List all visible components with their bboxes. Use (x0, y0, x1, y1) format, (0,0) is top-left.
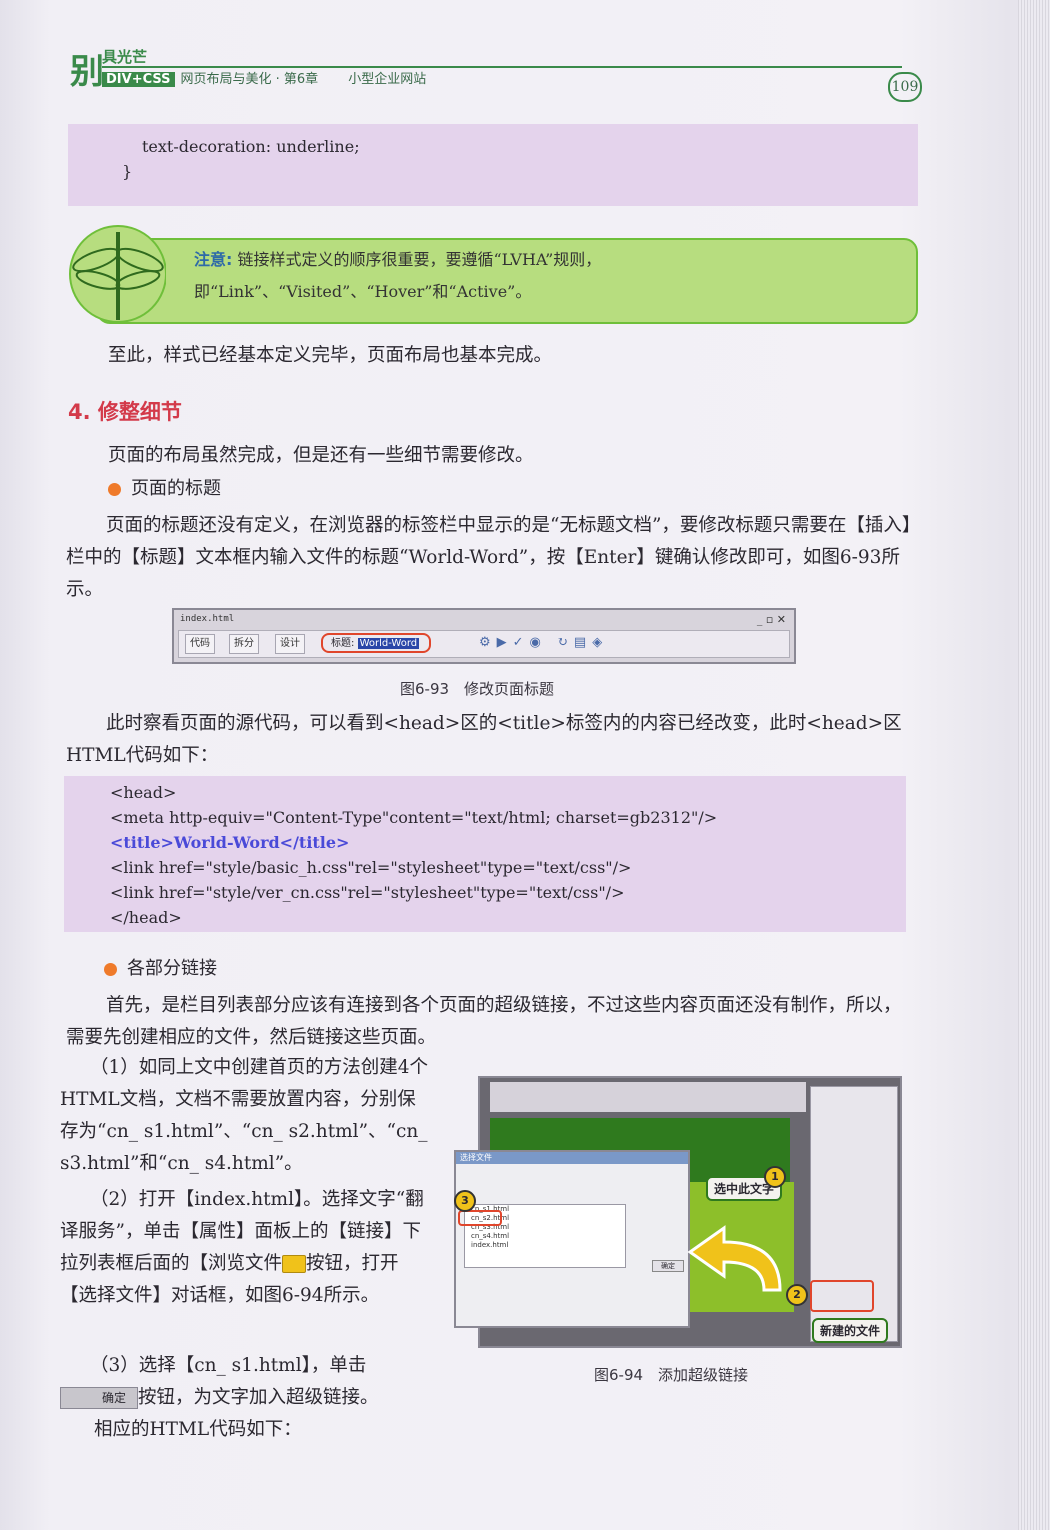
paragraph-done: 至此，样式已经基本定义完毕，页面布局也基本完成。 (108, 345, 553, 366)
page-number: 109 (888, 72, 922, 102)
note-label: 注意: (194, 250, 233, 269)
window-controls[interactable]: _ ▫ ✕ (757, 613, 786, 626)
code-line-highlight: <title>World-Word</title> (110, 833, 350, 852)
step-3-text-end: 按钮，为文字加入超级链接。 (138, 1387, 379, 1408)
code-line: <meta http-equiv="Content-Type"content="… (110, 808, 718, 827)
code-line: </head> (110, 908, 182, 927)
step-2: （2）打开【index.html】。选择文字“翻译服务”，单击【属性】面板上的【… (60, 1184, 434, 1312)
step-1: （1）如同上文中创建首页的方法创建4个HTML文档，文档不需要放置内容，分别保存… (60, 1057, 429, 1174)
paragraph-head: 此时察看页面的源代码，可以看到<head>区的<title>标签内的内容已经改变… (66, 713, 902, 766)
section-title: 4. 修整细节 (68, 400, 182, 424)
step-3: （3）选择【cn_ s1.html】，单击确定 按钮，为文字加入超级链接。 (60, 1350, 434, 1414)
dialog-title: 选择文件 (456, 1152, 688, 1164)
file-item[interactable]: index.html (465, 1241, 625, 1250)
step-marker-3: 3 (454, 1190, 476, 1212)
select-file-dialog: 选择文件 cn_s1.html cn_s2.html cn_s3.html cn… (454, 1150, 690, 1328)
dragonfly-icon (69, 225, 166, 323)
new-files-highlight (810, 1280, 874, 1312)
header-book: 网页布局与美化 · 第6章 (180, 72, 319, 87)
bullet-page-title: 页面的标题 (108, 474, 221, 500)
bullet-links: 各部分链接 (104, 954, 217, 980)
note-text: 注意: 链接样式定义的顺序很重要，要遵循“LVHA”规则，即“Link”、“Vi… (194, 244, 914, 308)
code-line: } (122, 162, 133, 181)
design-view-button[interactable]: 设计 (275, 634, 305, 654)
paragraph-title: 页面的标题还没有定义，在浏览器的标签栏中显示的是“无标题文档”，要修改标题只需要… (66, 515, 912, 600)
figure-caption-94: 图6-94 添加超级链接 (594, 1366, 749, 1384)
code-block-2: <head> <meta http-equiv="Content-Type"co… (64, 776, 906, 932)
document-toolbar: 代码 拆分 设计 标题: World-Word ⚙▶✓◉ ↻▤◈ (178, 630, 790, 658)
dialog-ok-button[interactable]: 确定 (652, 1260, 684, 1272)
split-view-button[interactable]: 拆分 (229, 634, 259, 654)
folder-icon (282, 1255, 307, 1273)
paragraph-last: 相应的HTML代码如下： (94, 1419, 302, 1440)
bullet-dot (104, 962, 117, 976)
header-chapter: 小型企业网站 (348, 72, 427, 87)
code-line: text-decoration: underline; (142, 137, 360, 156)
figure-toolbar: index.html _ ▫ ✕ 代码 拆分 设计 标题: World-Word… (172, 608, 796, 664)
file-item[interactable]: cn_s4.html (465, 1232, 625, 1241)
title-field[interactable]: 标题: World-Word (321, 633, 431, 653)
bullet-label: 各部分链接 (127, 958, 217, 979)
bullet-dot (108, 482, 121, 496)
bullet-label: 页面的标题 (131, 478, 221, 499)
code-block-1: text-decoration: underline; } (68, 124, 918, 206)
toolbar-icons[interactable]: ⚙▶✓◉ ↻▤◈ (479, 635, 608, 650)
title-value[interactable]: World-Word (357, 638, 420, 649)
title-label: 标题: (331, 638, 355, 649)
step-marker-1: 1 (764, 1166, 786, 1188)
page-edge (1018, 0, 1050, 1530)
note-body: 链接样式定义的顺序很重要，要遵循“LVHA”规则，即“Link”、“Visite… (194, 250, 602, 301)
step-marker-2: 2 (786, 1284, 808, 1306)
section-intro: 页面的布局虽然完成，但是还有一些细节需要修改。 (108, 445, 534, 466)
step-3-text: （3）选择【cn_ s1.html】，单击 (90, 1355, 367, 1376)
selected-file-highlight (458, 1210, 502, 1226)
header-text: DIV+CSS 网页布局与美化 · 第6章 小型企业网站 (102, 68, 426, 87)
callout-new-files: 新建的文件 (812, 1318, 889, 1343)
header-series: DIV+CSS (102, 72, 175, 87)
header-logo: 别 (70, 52, 104, 92)
paragraph-links: 首先，是栏目列表部分应该有连接到各个页面的超级链接，不过这些内容页面还没有制作，… (66, 995, 902, 1048)
header-brand: 具光芒 (102, 48, 148, 66)
arrow-icon (687, 1225, 782, 1292)
code-line: <head> (110, 783, 177, 802)
figure-caption-93: 图6-93 修改页面标题 (400, 680, 555, 698)
editor-toolbar (490, 1082, 806, 1112)
document-tab[interactable]: index.html (180, 614, 234, 624)
code-line: <link href="style/ver_cn.css"rel="styles… (110, 883, 625, 902)
code-view-button[interactable]: 代码 (185, 634, 215, 654)
ok-button-image: 确定 (60, 1387, 138, 1409)
code-line: <link href="style/basic_h.css"rel="style… (110, 858, 632, 877)
